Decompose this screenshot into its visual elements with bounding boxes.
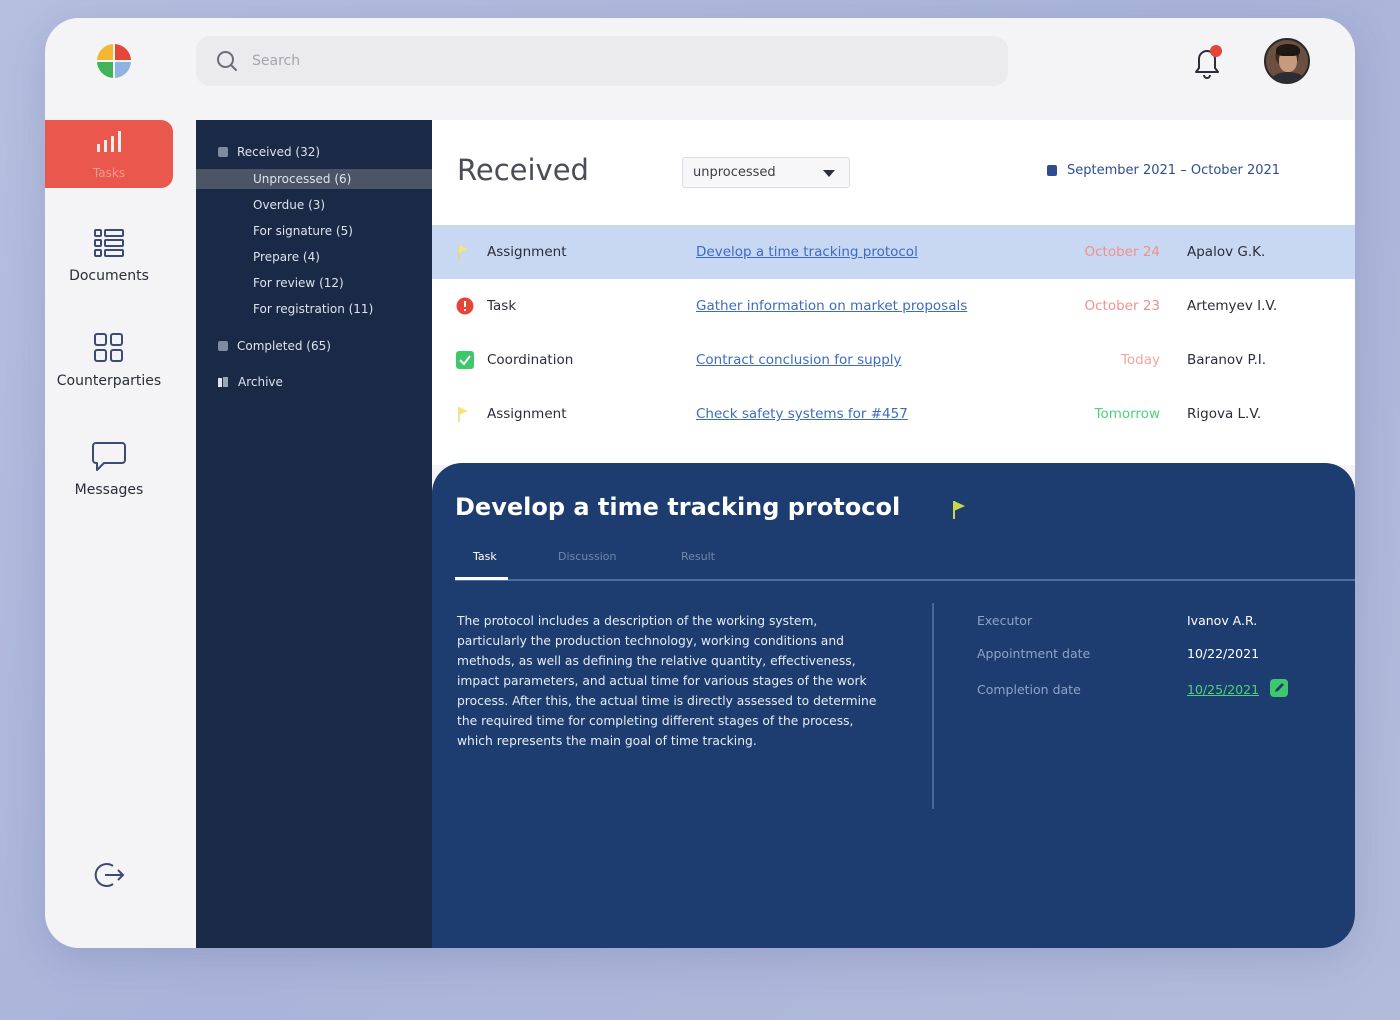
folder-for-review[interactable]: For review (12) xyxy=(196,273,432,293)
folder-icon xyxy=(218,341,228,351)
row-type: Assignment xyxy=(487,244,567,260)
task-description: The protocol includes a description of t… xyxy=(457,614,877,748)
row-person: Rigova L.V. xyxy=(1187,406,1262,422)
app-logo xyxy=(97,44,131,78)
row-person: Apalov G.K. xyxy=(1187,244,1266,260)
row-subject-link[interactable]: Check safety systems for #457 xyxy=(696,406,908,422)
edit-icon[interactable] xyxy=(1270,679,1288,697)
row-person: Baranov P.I. xyxy=(1187,352,1267,368)
row-subject-link[interactable]: Contract conclusion for supply xyxy=(696,352,902,368)
folder-for-registration[interactable]: For registration (11) xyxy=(196,299,432,319)
row-type: Assignment xyxy=(487,406,567,422)
user-avatar[interactable] xyxy=(1264,38,1310,84)
folder-prepare[interactable]: Prepare (4) xyxy=(196,247,432,267)
row-date: October 23 xyxy=(1084,298,1161,314)
date-range-picker[interactable]: September 2021 – October 2021 xyxy=(1047,163,1280,178)
list-icon xyxy=(94,229,124,257)
notification-badge xyxy=(1210,45,1222,57)
main-panel: Received unprocessed September 2021 – Oc… xyxy=(432,120,1355,465)
chevron-down-icon xyxy=(823,170,835,177)
grid-icon xyxy=(94,333,123,362)
detail-title: Develop a time tracking protocol xyxy=(455,493,901,521)
nav-label-tasks: Tasks xyxy=(92,166,126,180)
executor-value: Ivanov A.R. xyxy=(1187,613,1258,628)
search-input[interactable] xyxy=(252,53,952,69)
table-row[interactable]: Assignment Develop a time tracking proto… xyxy=(432,225,1355,279)
folder-icon xyxy=(218,147,228,157)
nav-item-documents[interactable]: Documents xyxy=(45,228,173,284)
notifications-button[interactable] xyxy=(1189,42,1225,82)
nav-item-tasks[interactable]: Tasks xyxy=(45,120,173,188)
tab-discussion[interactable]: Discussion xyxy=(558,550,617,563)
row-type: Coordination xyxy=(487,352,574,368)
folder-label: Completed (65) xyxy=(237,339,331,353)
search-icon xyxy=(217,51,237,71)
folder-for-signature[interactable]: For signature (5) xyxy=(196,221,432,241)
date-range-label: September 2021 – October 2021 xyxy=(1067,163,1281,178)
logout-icon xyxy=(94,863,125,887)
row-person: Artemyev I.V. xyxy=(1187,298,1278,314)
table-row[interactable]: Task Gather information on market propos… xyxy=(432,279,1355,333)
folder-label: For registration (11) xyxy=(253,302,374,316)
search-bar[interactable] xyxy=(196,36,1008,86)
appointment-date-value: 10/22/2021 xyxy=(1187,646,1260,661)
page-title: Received xyxy=(457,153,589,187)
divider xyxy=(932,603,934,809)
detail-tabs: Task Discussion Result xyxy=(455,545,1355,581)
row-date: October 24 xyxy=(1084,244,1161,260)
active-tab-indicator xyxy=(455,577,508,580)
bar-chart-icon xyxy=(97,131,121,152)
folder-overdue[interactable]: Overdue (3) xyxy=(196,195,432,215)
folder-label: Overdue (3) xyxy=(253,198,326,212)
flag-icon xyxy=(458,245,468,260)
tab-task[interactable]: Task xyxy=(473,550,497,563)
logout-button[interactable] xyxy=(45,860,173,894)
calendar-icon xyxy=(1047,165,1057,176)
nav-label-documents: Documents xyxy=(69,268,149,284)
status-filter-select[interactable]: unprocessed xyxy=(682,157,850,188)
folder-received[interactable]: Received (32) xyxy=(196,142,432,162)
alert-icon xyxy=(456,297,474,315)
executor-label: Executor xyxy=(977,613,1033,628)
flag-icon[interactable] xyxy=(952,500,966,520)
row-date: Tomorrow xyxy=(1094,406,1161,422)
app-window: Tasks Documents Counterparties Messages xyxy=(45,18,1355,948)
row-subject-link[interactable]: Develop a time tracking protocol xyxy=(696,244,918,260)
completion-date-label: Completion date xyxy=(977,682,1081,697)
flag-icon xyxy=(458,407,468,422)
table-row[interactable]: Coordination Contract conclusion for sup… xyxy=(432,333,1355,387)
folder-label: For review (12) xyxy=(253,276,344,290)
folder-label: Archive xyxy=(238,375,283,389)
nav-label-messages: Messages xyxy=(74,482,144,498)
table-row[interactable]: Assignment Check safety systems for #457… xyxy=(432,387,1355,441)
chat-bubble-icon xyxy=(92,442,126,471)
row-type: Task xyxy=(487,298,517,314)
appointment-date-label: Appointment date xyxy=(977,646,1091,661)
folder-label: For signature (5) xyxy=(253,224,353,238)
completion-date-value[interactable]: 10/25/2021 xyxy=(1187,682,1259,697)
detail-panel: Develop a time tracking protocol Task Di… xyxy=(432,463,1355,948)
folder-panel: Received (32) Unprocessed (6) Overdue (3… xyxy=(196,120,432,948)
tab-result[interactable]: Result xyxy=(681,550,715,563)
nav-label-counterparties: Counterparties xyxy=(56,373,162,389)
nav-item-messages[interactable]: Messages xyxy=(45,440,173,498)
check-icon xyxy=(456,351,474,369)
folder-label: Received (32) xyxy=(237,145,321,159)
status-filter-value: unprocessed xyxy=(693,165,776,180)
row-date: Today xyxy=(1120,352,1160,368)
folder-unprocessed[interactable]: Unprocessed (6) xyxy=(196,169,432,189)
folder-label: Unprocessed (6) xyxy=(253,172,352,186)
folder-label: Prepare (4) xyxy=(253,250,320,264)
row-subject-link[interactable]: Gather information on market proposals xyxy=(696,298,967,314)
folder-completed[interactable]: Completed (65) xyxy=(196,336,432,356)
archive-icon xyxy=(218,376,228,387)
folder-archive[interactable]: Archive xyxy=(196,372,432,392)
nav-item-counterparties[interactable]: Counterparties xyxy=(45,333,173,389)
